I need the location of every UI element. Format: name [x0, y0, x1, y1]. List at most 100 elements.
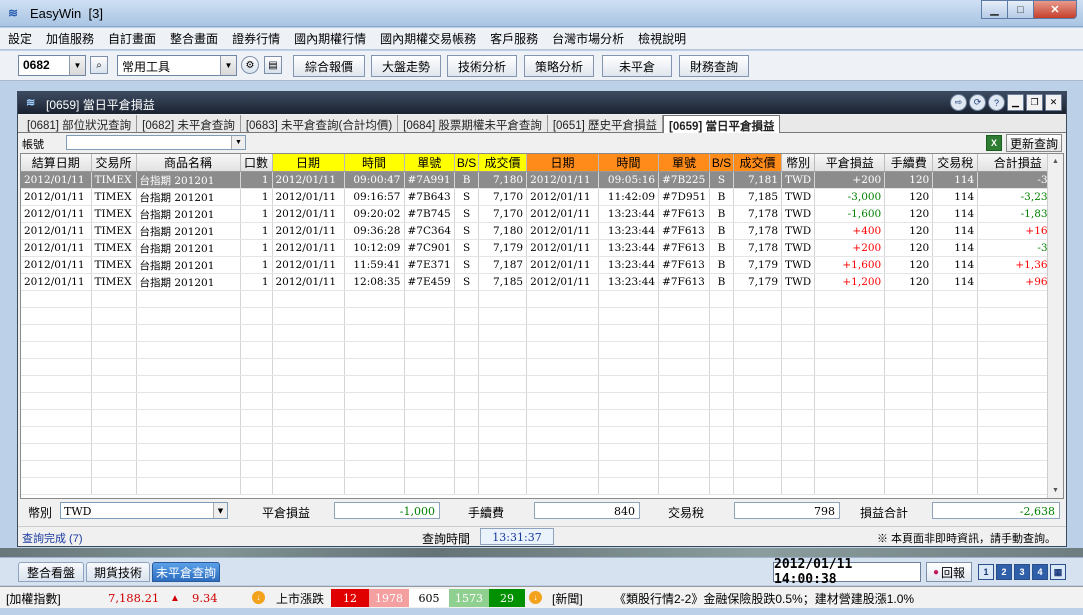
open-position-button[interactable]: 未平倉	[602, 55, 672, 77]
menu-securities-quotes[interactable]: 證券行情	[232, 30, 280, 47]
tab-integrated-view[interactable]: 整合看盤	[18, 562, 84, 582]
tab-0682[interactable]: [0682] 未平倉查詢	[137, 115, 241, 132]
export-icon[interactable]: ⇨	[950, 94, 967, 111]
table-row[interactable]	[21, 426, 1059, 444]
column-header[interactable]: 交易稅	[932, 154, 979, 172]
tab-0683[interactable]: [0683] 未平倉查詢(合計均價)	[241, 115, 399, 132]
tab-0651[interactable]: [0651] 歷史平倉損益	[548, 115, 664, 132]
column-header[interactable]: 手續費	[884, 154, 934, 172]
column-header[interactable]: 幣別	[781, 154, 816, 172]
column-header[interactable]: 單號	[658, 154, 711, 172]
tab-0681[interactable]: [0681] 部位狀況查詢	[22, 115, 138, 132]
menu-view-help[interactable]: 檢視說明	[638, 30, 686, 47]
table-row[interactable]	[21, 375, 1059, 393]
table-row[interactable]	[21, 307, 1059, 325]
layout-3-button[interactable]: 3	[1014, 564, 1030, 580]
index-detail-icon[interactable]: ↓	[252, 591, 265, 604]
table-row[interactable]: 2012/01/11 TIMEX 台指期 201201 1 2012/01/11 09:2…	[21, 205, 1059, 223]
strategy-analysis-button[interactable]: 策略分析	[524, 55, 594, 77]
market-trend-button[interactable]: 大盤走勢	[371, 55, 441, 77]
table-row[interactable]: 2012/01/11 TIMEX 台指期 201201 1 2012/01/11 11:5…	[21, 256, 1059, 274]
table-cell	[454, 392, 480, 410]
column-header[interactable]: 時間	[344, 154, 405, 172]
table-row[interactable]	[21, 443, 1059, 461]
column-header[interactable]: 口數	[240, 154, 273, 172]
column-header[interactable]: 日期	[272, 154, 345, 172]
menu-domestic-futures-account[interactable]: 國內期權交易帳務	[380, 30, 476, 47]
column-header[interactable]: 成交價	[733, 154, 783, 172]
menu-value-added[interactable]: 加值服務	[46, 30, 94, 47]
table-row[interactable]	[21, 477, 1059, 495]
column-header[interactable]: 成交價	[478, 154, 528, 172]
column-header[interactable]: 交易所	[91, 154, 137, 172]
table-row[interactable]	[21, 460, 1059, 478]
table-row[interactable]	[21, 358, 1059, 376]
technical-analysis-button[interactable]: 技術分析	[447, 55, 517, 77]
new-window-icon[interactable]: ▤	[264, 56, 282, 74]
column-header[interactable]: 日期	[526, 154, 600, 172]
scroll-down-icon[interactable]: ▼	[1048, 483, 1063, 498]
financial-query-button[interactable]: 財務查詢	[679, 55, 749, 77]
refresh-icon[interactable]: ⟳	[969, 94, 986, 111]
currency-select[interactable]: TWD ▼	[60, 502, 228, 519]
table-row[interactable]	[21, 341, 1059, 359]
menu-settings[interactable]: 設定	[8, 30, 32, 47]
menu-domestic-futures-quotes[interactable]: 國內期權行情	[294, 30, 366, 47]
close-icon[interactable]: ✕	[1045, 94, 1062, 111]
chevron-down-icon[interactable]: ▼	[69, 56, 85, 75]
updown-detail-icon[interactable]: ↓	[529, 591, 542, 604]
chevron-down-icon[interactable]: ▼	[231, 136, 245, 149]
menu-integrated-screen[interactable]: 整合畫面	[170, 30, 218, 47]
excel-export-icon[interactable]: X	[986, 135, 1002, 151]
minimize-icon[interactable]: ▁	[1007, 94, 1024, 111]
tab-0659[interactable]: [0659] 當日平倉損益	[663, 115, 781, 133]
grid-layout-icon[interactable]: ▦	[1050, 564, 1066, 580]
tab-futures-technical[interactable]: 期貨技術	[86, 562, 150, 582]
column-header[interactable]: 合計損益	[977, 154, 1059, 172]
layout-4-button[interactable]: 4	[1032, 564, 1048, 580]
column-header[interactable]: B/S	[709, 154, 735, 172]
column-header[interactable]: 單號	[404, 154, 456, 172]
tools-combo[interactable]: 常用工具 ▼	[117, 55, 237, 76]
layout-2-button[interactable]: 2	[996, 564, 1012, 580]
search-icon[interactable]: ⌕	[90, 56, 108, 74]
gear-icon[interactable]: ⚙	[241, 56, 259, 74]
column-header[interactable]: 商品名稱	[136, 154, 241, 172]
scroll-up-icon[interactable]: ▲	[1048, 154, 1063, 169]
table-row[interactable]: 2012/01/11 TIMEX 台指期 201201 1 2012/01/11 09:3…	[21, 222, 1059, 240]
vertical-scrollbar[interactable]: ▲ ▼	[1047, 154, 1063, 498]
table-row[interactable]	[21, 409, 1059, 427]
table-row[interactable]	[21, 324, 1059, 342]
restore-icon[interactable]: ❐	[1026, 94, 1043, 111]
function-code-combo[interactable]: 0682 ▼	[18, 55, 86, 76]
help-icon[interactable]: ?	[988, 94, 1005, 111]
menu-custom-screen[interactable]: 自訂畫面	[108, 30, 156, 47]
column-header[interactable]: 結算日期	[21, 154, 92, 172]
minimize-icon[interactable]: ▁	[981, 0, 1007, 19]
tab-open-position-query[interactable]: 未平倉查詢	[152, 562, 220, 582]
table-row[interactable]: 2012/01/11 TIMEX 台指期 201201 1 2012/01/11 10:1…	[21, 239, 1059, 257]
news-label[interactable]: [新聞]	[552, 589, 583, 607]
report-button[interactable]: ● 回報	[926, 562, 972, 582]
tab-0684[interactable]: [0684] 股票期權未平倉查詢	[398, 115, 548, 132]
close-icon[interactable]: ✕	[1033, 0, 1077, 19]
table-row[interactable]	[21, 392, 1059, 410]
maximize-icon[interactable]: □	[1007, 0, 1033, 19]
chevron-down-icon[interactable]: ▼	[220, 56, 236, 75]
account-select[interactable]: ▼	[66, 135, 246, 150]
table-row[interactable]	[21, 290, 1059, 308]
table-row[interactable]: 2012/01/11 TIMEX 台指期 201201 1 2012/01/11 09:0…	[21, 171, 1059, 189]
column-header[interactable]: 時間	[598, 154, 660, 172]
table-row[interactable]: 2012/01/11 TIMEX 台指期 201201 1 2012/01/11 12:0…	[21, 273, 1059, 291]
refresh-query-button[interactable]: 更新查詢	[1006, 134, 1062, 152]
column-header[interactable]: 平倉損益	[814, 154, 886, 172]
quote-summary-button[interactable]: 綜合報價	[293, 55, 365, 77]
menu-taiwan-market-analysis[interactable]: 台灣市場分析	[552, 30, 624, 47]
menu-customer-service[interactable]: 客戶服務	[490, 30, 538, 47]
news-headline[interactable]: 《類股行情2-2》金融保險股跌0.5%；建材營建股漲1.0%	[614, 589, 914, 607]
column-header[interactable]: B/S	[454, 154, 480, 172]
chevron-down-icon[interactable]: ▼	[213, 503, 227, 518]
table-cell	[977, 443, 1059, 461]
table-row[interactable]: 2012/01/11 TIMEX 台指期 201201 1 2012/01/11 09:1…	[21, 188, 1059, 206]
layout-1-button[interactable]: 1	[978, 564, 994, 580]
